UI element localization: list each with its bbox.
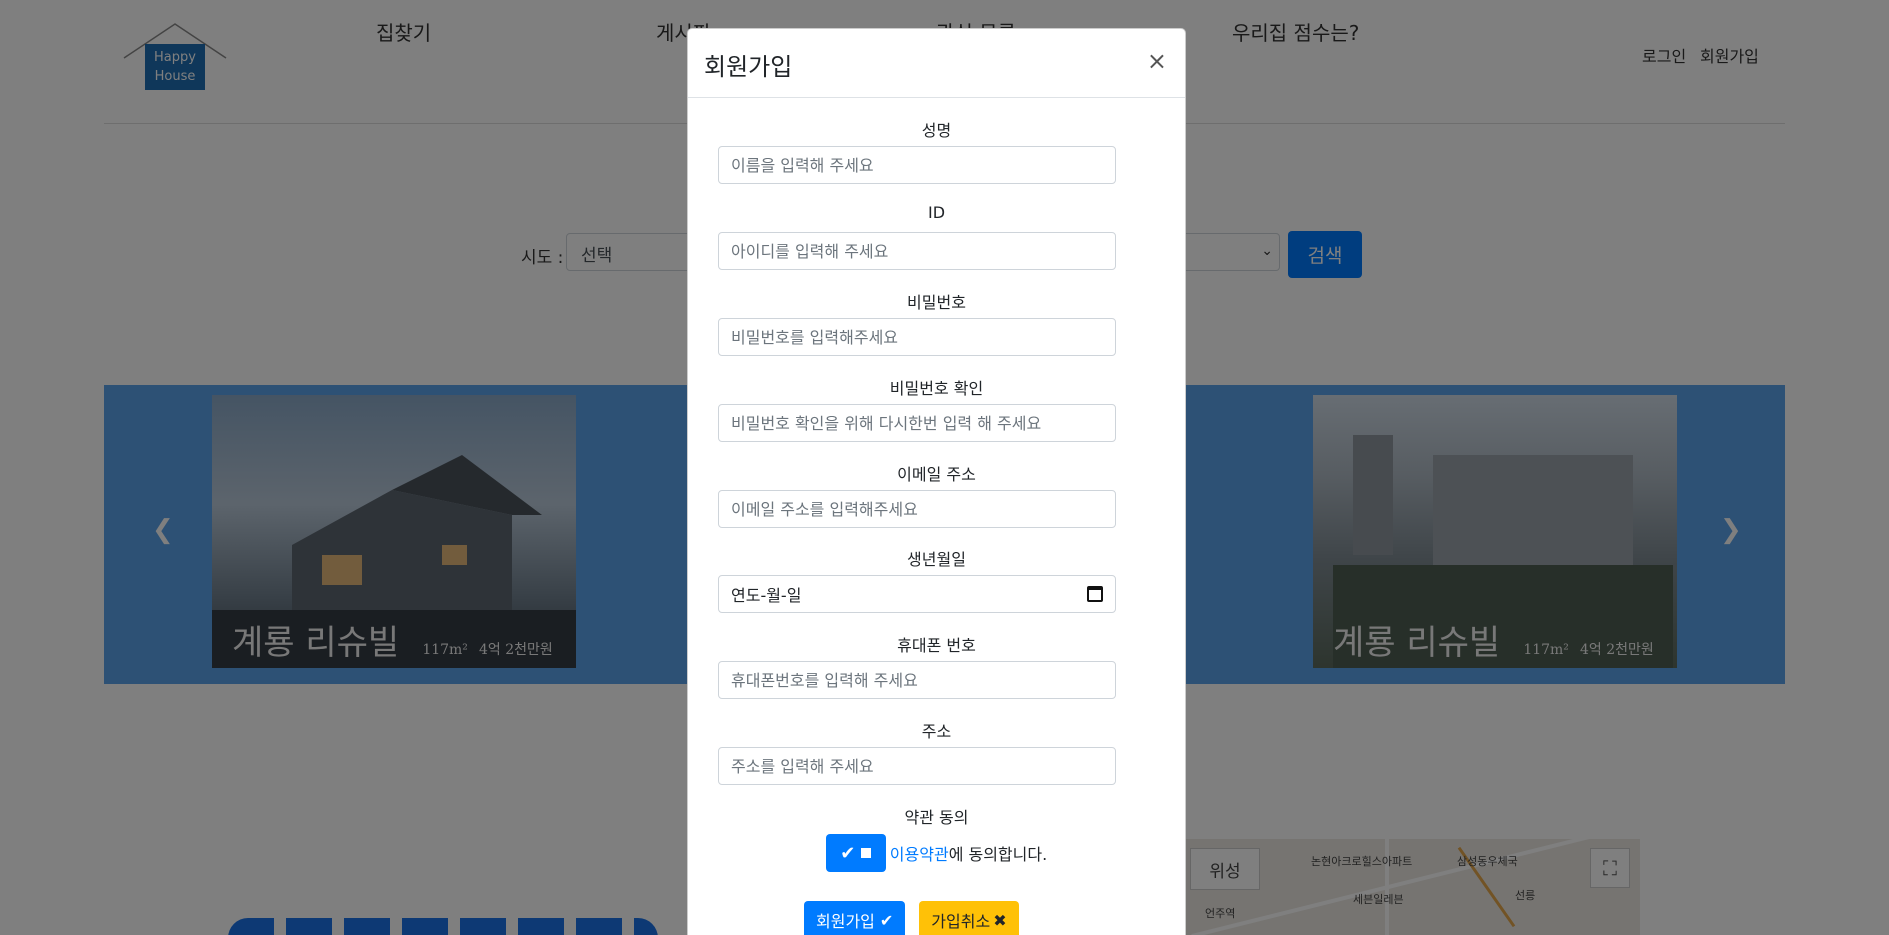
cancel-button-label: 가입취소 [931, 912, 991, 931]
terms-label: 약관 동의 [904, 808, 969, 827]
password-confirm-input[interactable] [718, 404, 1116, 442]
birth-date-input[interactable]: 연도-월-일 [718, 575, 1116, 613]
birth-date-value: 연도-월-일 [731, 586, 802, 605]
cancel-button[interactable]: 가입취소 ✖ [919, 901, 1019, 935]
email-input[interactable] [718, 490, 1116, 528]
modal-title: 회원가입 [704, 53, 793, 81]
name-label: 성명 [921, 121, 952, 140]
terms-row: ✔ 이용약관 에 동의합니다. [688, 834, 1185, 872]
phone-input[interactable] [718, 661, 1116, 699]
terms-checkbox-button[interactable]: ✔ [825, 834, 886, 872]
modal-header: 회원가입 × [688, 29, 1185, 98]
email-label: 이메일 주소 [897, 465, 976, 484]
checkmark-icon: ✔ [879, 910, 894, 930]
checkmark-icon: ✔ [840, 842, 856, 864]
id-input[interactable] [718, 232, 1116, 270]
signup-modal: 회원가입 × 성명 ID 비밀번호 비밀번호 확인 이메일 주소 생년월일 연도… [687, 28, 1186, 935]
name-input[interactable] [718, 146, 1116, 184]
join-button[interactable]: 회원가입 ✔ [804, 901, 906, 935]
id-label: ID [927, 203, 946, 222]
terms-suffix: 에 동의합니다. [948, 845, 1048, 864]
phone-label: 휴대폰 번호 [897, 636, 976, 655]
join-button-label: 회원가입 [816, 912, 875, 931]
password-input[interactable] [718, 318, 1116, 356]
modal-button-row: 회원가입 ✔ 가입취소 ✖ [804, 901, 1019, 935]
password-confirm-label: 비밀번호 확인 [889, 379, 984, 398]
password-label: 비밀번호 [907, 293, 966, 312]
close-icon[interactable]: × [1147, 47, 1167, 75]
checkbox-icon [861, 848, 872, 858]
terms-link[interactable]: 이용약관 [890, 841, 949, 865]
birth-label: 생년월일 [907, 550, 966, 569]
address-label: 주소 [921, 722, 952, 741]
address-input[interactable] [718, 747, 1116, 785]
close-icon: ✖ [993, 910, 1007, 930]
calendar-icon[interactable] [1087, 586, 1103, 602]
